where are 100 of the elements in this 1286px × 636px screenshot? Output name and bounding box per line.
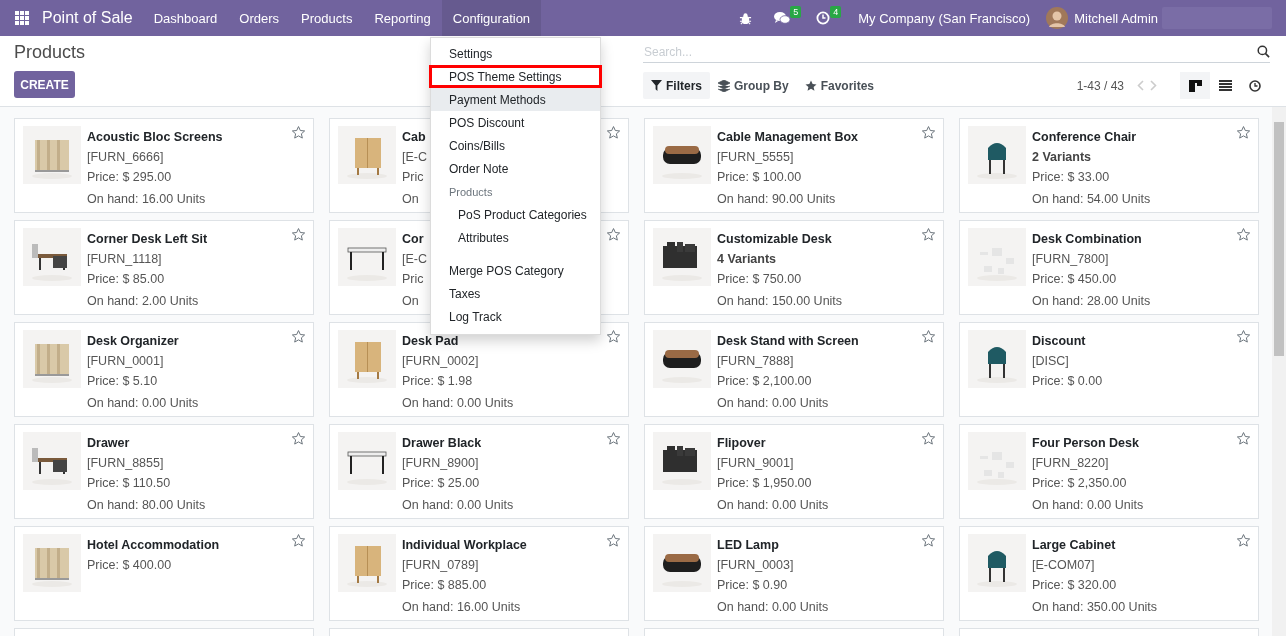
product-card[interactable]: Desk Combination [FURN_7800] Price: $ 450.00 On hand: 28.00 Units <box>959 220 1259 315</box>
product-price: Price: $ 110.50 <box>87 475 172 492</box>
search-icon <box>1257 45 1270 58</box>
favorite-toggle[interactable] <box>1236 329 1251 344</box>
star-icon <box>1236 329 1251 344</box>
stock-quantity: On hand: 90.00 Units <box>717 191 837 208</box>
product-code: [FURN_8855] <box>87 455 165 472</box>
search-option-button[interactable]: Favorites <box>796 72 883 99</box>
favorite-toggle[interactable] <box>921 329 936 344</box>
product-card[interactable]: LED Lamp [FURN_0003] Price: $ 0.90 On hand: 0.00 Units <box>644 526 944 621</box>
product-price: Price: $ 885.00 <box>402 577 488 594</box>
favorite-toggle[interactable] <box>606 329 621 344</box>
menu-item[interactable]: Merge POS Category <box>431 259 600 282</box>
favorite-toggle[interactable] <box>1236 431 1251 446</box>
product-card[interactable]: Desk Organizer [FURN_0001] Price: $ 5.10 On hand: 0.00 Units <box>14 322 314 417</box>
chevron-right-icon <box>1150 80 1157 91</box>
star-icon <box>1236 125 1251 140</box>
favorite-toggle[interactable] <box>921 431 936 446</box>
menu-item[interactable]: Order Note <box>431 157 600 180</box>
product-name: Drawer <box>87 435 131 452</box>
product-code: [DISC] <box>1032 353 1070 370</box>
search-option-button[interactable]: Group By <box>710 72 797 99</box>
nav-menu-item[interactable]: Reporting <box>363 0 442 36</box>
menu-item[interactable]: PoS Product Categories <box>431 203 600 226</box>
product-card[interactable]: Large Cabinet [E-COM07] Price: $ 320.00 On hand: 350.00 Units <box>959 526 1259 621</box>
favorite-toggle[interactable] <box>921 125 936 140</box>
menu-item[interactable]: Settings <box>431 42 600 65</box>
product-card[interactable]: Flipover [FURN_9001] Price: $ 1,950.00 On hand: 0.00 Units <box>644 424 944 519</box>
product-card[interactable]: Customizable Desk 4 Variants Price: $ 750.00 On hand: 150.00 Units <box>644 220 944 315</box>
stock-quantity: On hand: 2.00 Units <box>87 293 200 310</box>
product-price: Pric <box>402 271 425 288</box>
menu-item[interactable]: Coins/Bills <box>431 134 600 157</box>
favorite-toggle[interactable] <box>291 125 306 140</box>
product-name: Cable Management Box <box>717 129 858 146</box>
product-card[interactable]: Conference Chair 2 Variants Price: $ 33.00 On hand: 54.00 Units <box>959 118 1259 213</box>
menu-item[interactable]: Taxes <box>431 282 600 305</box>
layers-icon <box>718 79 730 92</box>
star-icon <box>291 329 306 344</box>
menu-item[interactable]: Payment Methods <box>431 88 600 111</box>
menu-item[interactable]: POS Theme Settings <box>429 65 602 88</box>
scrollbar[interactable] <box>1272 107 1286 636</box>
favorite-toggle[interactable] <box>1236 227 1251 242</box>
favorite-toggle[interactable] <box>606 227 621 242</box>
product-code: [FURN_8900] <box>402 455 480 472</box>
menu-item[interactable]: POS Discount <box>431 111 600 134</box>
product-card[interactable]: Drawer Black [FURN_8900] Price: $ 25.00 On hand: 0.00 Units <box>329 424 629 519</box>
star-icon <box>921 431 936 446</box>
chevron-left-icon <box>1137 80 1144 91</box>
product-card[interactable]: Discount [DISC] Price: $ 0.00 <box>959 322 1259 417</box>
stock-quantity: On hand: 150.00 Units <box>717 293 843 310</box>
product-card[interactable]: Individual Workplace [FURN_0789] Price: $ 885.00 On hand: 16.00 Units <box>329 526 629 621</box>
favorite-toggle[interactable] <box>291 227 306 242</box>
star-icon <box>921 533 936 548</box>
star-icon <box>606 227 621 242</box>
star-icon <box>1236 533 1251 548</box>
product-name: Large Cabinet <box>1032 537 1117 554</box>
favorite-toggle[interactable] <box>606 431 621 446</box>
favorite-toggle[interactable] <box>291 533 306 548</box>
pager-value: 1-43 / 43 <box>1076 78 1124 93</box>
favorite-toggle[interactable] <box>606 125 621 140</box>
nav-menu-item[interactable]: Dashboard <box>142 0 229 36</box>
product-code: [E-COM07] <box>1032 557 1096 574</box>
company-switcher[interactable]: My Company (San Francisco) <box>846 0 1043 36</box>
nav-menu-item[interactable]: Orders <box>228 0 291 36</box>
product-card[interactable]: Four Person Desk [FURN_8220] Price: $ 2,350.00 On hand: 0.00 Units <box>959 424 1259 519</box>
favorite-toggle[interactable] <box>291 431 306 446</box>
product-code: [FURN_6666] <box>87 149 165 166</box>
product-price: Pric <box>402 169 425 186</box>
menu-item[interactable]: Attributes <box>431 226 600 249</box>
product-price: Price: $ 100.00 <box>717 169 803 186</box>
star-icon <box>921 125 936 140</box>
funnel-icon <box>651 80 662 91</box>
page-title: Products <box>14 42 86 63</box>
star-icon <box>1236 431 1251 446</box>
favorite-toggle[interactable] <box>921 533 936 548</box>
create-button[interactable]: CREATE <box>14 71 75 98</box>
nav-menu-item[interactable]: Products <box>290 0 364 36</box>
search-option-button[interactable]: Filters <box>643 72 710 99</box>
nav-menu-item[interactable]: Configuration <box>441 0 542 36</box>
view-switch-button[interactable] <box>1180 72 1210 99</box>
product-card[interactable]: Cable Management Box [FURN_5555] Price: $ 100.00 On hand: 90.00 Units <box>644 118 944 213</box>
favorite-toggle[interactable] <box>1236 533 1251 548</box>
favorite-toggle[interactable] <box>1236 125 1251 140</box>
product-card[interactable]: Drawer [FURN_8855] Price: $ 110.50 On hand: 80.00 Units <box>14 424 314 519</box>
user-menu[interactable]: Mitchell Admin <box>1042 0 1162 36</box>
product-card[interactable]: Hotel Accommodation Price: $ 400.00 <box>14 526 314 621</box>
stock-quantity: On hand: 54.00 Units <box>1032 191 1151 208</box>
product-price: Price: $ 0.00 <box>1032 373 1103 390</box>
favorite-toggle[interactable] <box>291 329 306 344</box>
product-code: [FURN_9001] <box>717 455 795 472</box>
product-price: Price: $ 85.00 <box>87 271 166 288</box>
product-card[interactable]: Acoustic Bloc Screens [FURN_6666] Price: $ 295.00 On hand: 16.00 Units <box>14 118 314 213</box>
product-card[interactable]: Corner Desk Left Sit [FURN_1118] Price: $ 85.00 On hand: 2.00 Units <box>14 220 314 315</box>
product-card[interactable]: Desk Stand with Screen [FURN_7888] Price: $ 2,100.00 On hand: 0.00 Units <box>644 322 944 417</box>
product-price: Price: $ 1.98 <box>402 373 474 390</box>
stock-quantity: On hand: 0.00 Units <box>402 497 514 514</box>
favorite-toggle[interactable] <box>606 533 621 548</box>
product-name: Corner Desk Left Sit <box>87 231 208 248</box>
product-price: Price: $ 450.00 <box>1032 271 1118 288</box>
favorite-toggle[interactable] <box>921 227 936 242</box>
